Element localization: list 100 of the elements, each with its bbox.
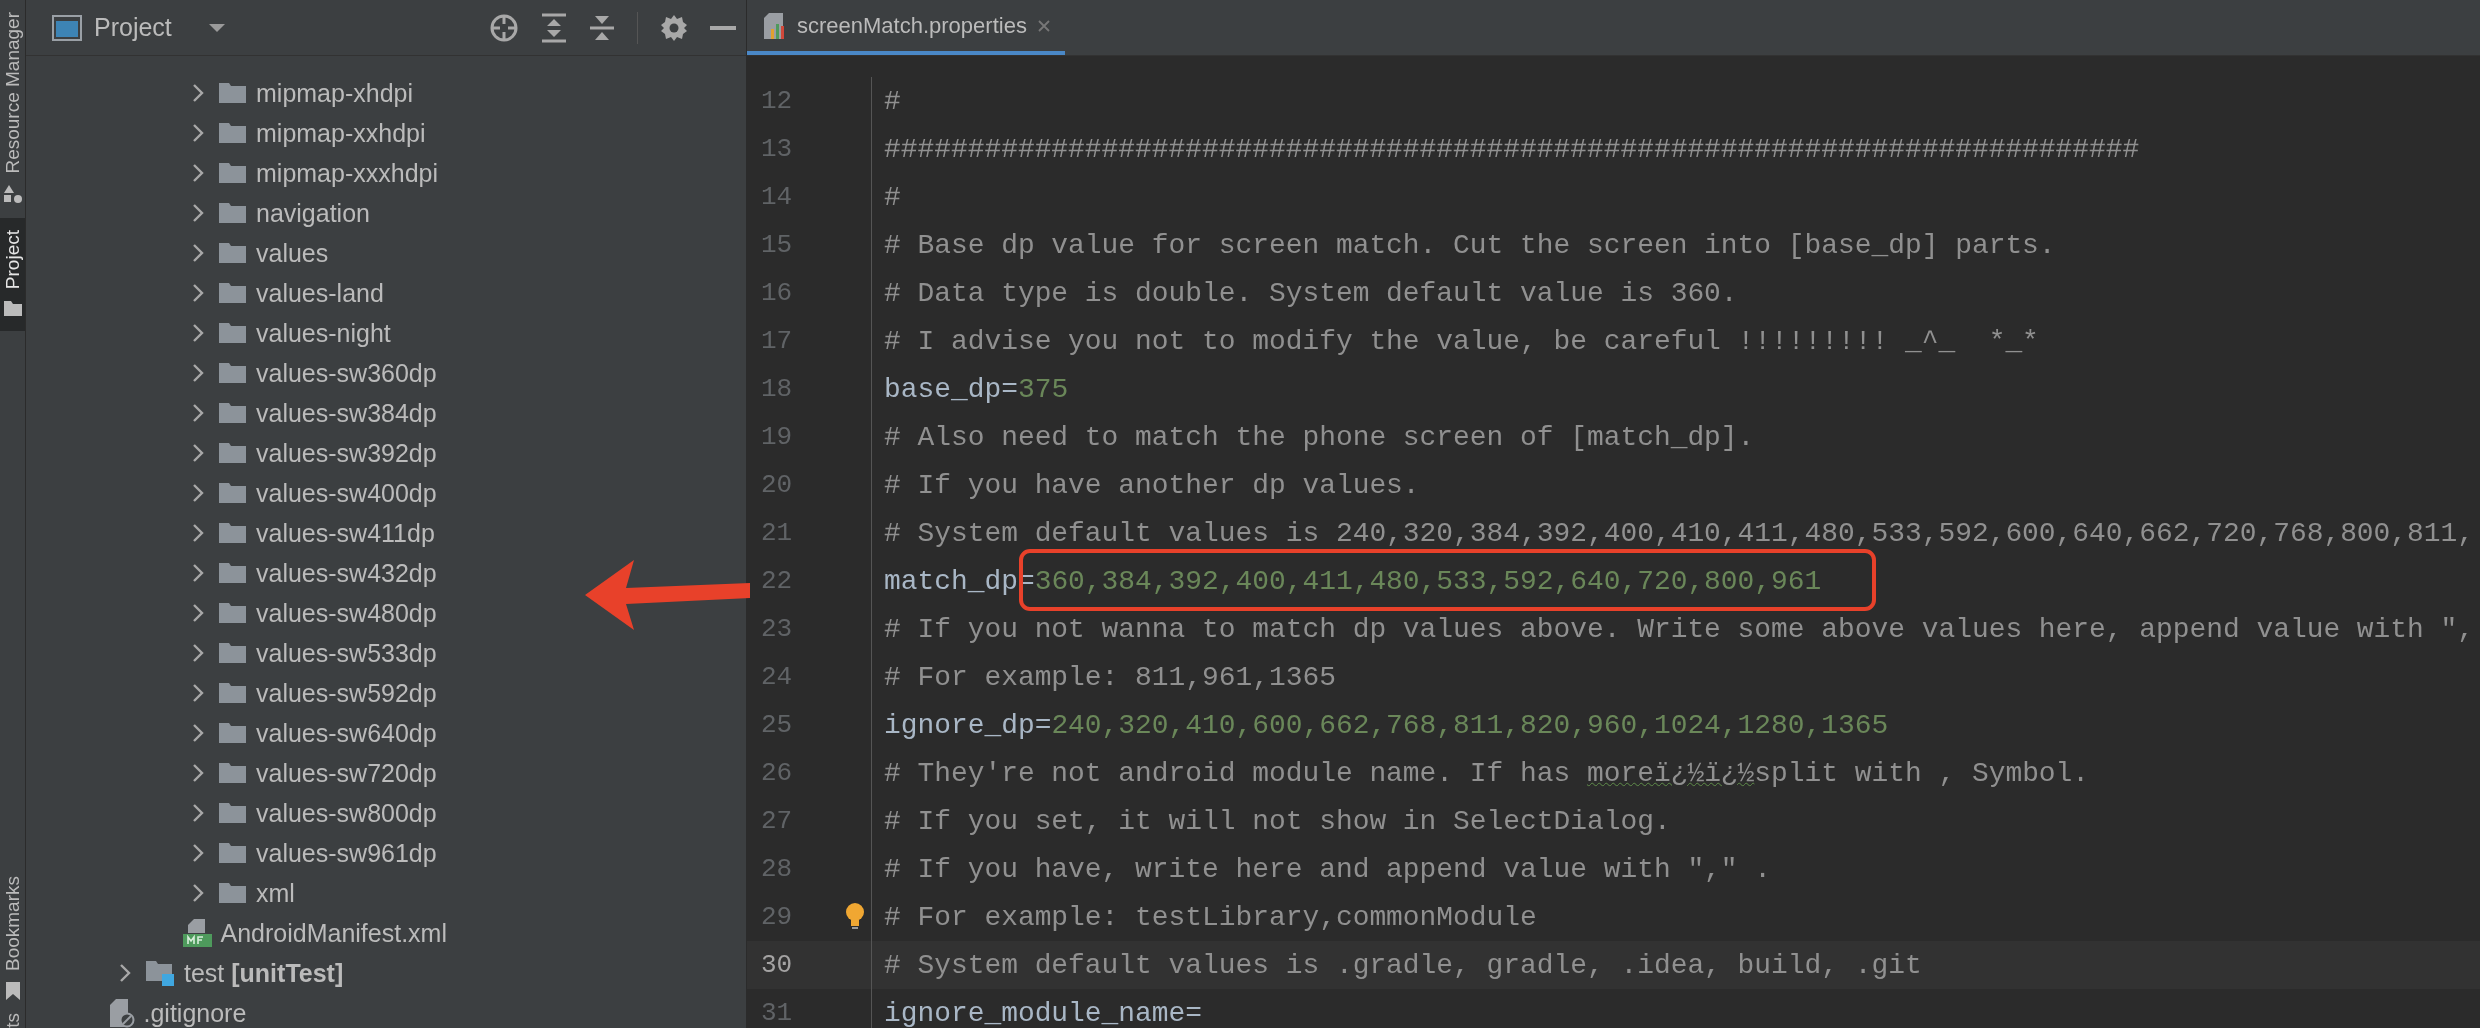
chevron-right-icon[interactable]	[191, 564, 205, 582]
properties-file-icon	[763, 11, 787, 40]
tree-item[interactable]: mipmap-xhdpi	[256, 78, 413, 108]
chevron-right-icon[interactable]	[118, 964, 132, 982]
code-line: # Data type is double. System default value is 360.	[883, 277, 1738, 309]
chevron-right-icon[interactable]	[191, 404, 205, 422]
code-line: # Base dp value for screen match. Cut the screen into [base_dp] parts.	[883, 229, 2056, 261]
chevron-right-icon[interactable]	[191, 204, 205, 222]
tree-item[interactable]: values-sw961dp	[256, 838, 437, 868]
line-number: 22	[761, 566, 793, 596]
tool-window-tab[interactable]: ts	[0, 1001, 25, 1028]
chevron-right-icon[interactable]	[191, 284, 205, 302]
code-line: ignore_module_name=	[883, 997, 1202, 1028]
minimize-icon[interactable]	[710, 25, 736, 30]
tree-item[interactable]: values-land	[256, 278, 384, 308]
tree-item[interactable]: values-sw640dp	[256, 718, 437, 748]
tool-window-tab[interactable]: Project	[0, 217, 25, 331]
chevron-right-icon[interactable]	[191, 164, 205, 182]
chevron-right-icon[interactable]	[191, 844, 205, 862]
code-line: #	[883, 85, 901, 117]
line-number: 12	[761, 86, 793, 116]
code-line: # They're not android module name. If has moreï¿½ï¿½split with , Symbol.	[883, 757, 2090, 789]
line-number: 18	[761, 374, 793, 404]
line-number: 27	[761, 806, 793, 836]
chevron-right-icon[interactable]	[191, 364, 205, 382]
tree-item[interactable]: .gitignore	[143, 998, 247, 1028]
code-line: # For example: testLibrary,commonModule	[883, 901, 1537, 933]
tree-item[interactable]: values-sw360dp	[256, 358, 437, 388]
line-number: 17	[761, 326, 793, 356]
tree-item[interactable]: values-sw533dp	[256, 638, 437, 668]
tree-item[interactable]: xml	[256, 878, 295, 908]
tree-item[interactable]: values	[256, 238, 329, 268]
lightbulb-icon[interactable]	[845, 902, 865, 930]
tree-item[interactable]: values-night	[256, 318, 391, 348]
tree-item[interactable]: mipmap-xxhdpi	[256, 118, 426, 148]
tool-window-tab[interactable]: Bookmarks	[0, 864, 25, 1002]
line-number: 19	[761, 422, 793, 452]
folder-icon	[218, 602, 247, 624]
line-number: 29	[761, 902, 793, 932]
folder-icon	[218, 402, 247, 424]
tree-item[interactable]: values-sw432dp	[256, 558, 437, 588]
close-icon[interactable]	[1036, 18, 1051, 33]
tree-item[interactable]: test [unitTest]	[184, 958, 344, 988]
folder-icon	[218, 162, 247, 184]
folder-icon	[218, 282, 247, 304]
line-number: 30	[761, 950, 793, 980]
folder-icon	[2, 298, 23, 317]
chevron-right-icon[interactable]	[191, 84, 205, 102]
code-line: # For example: 811,961,1365	[883, 661, 1336, 693]
expand-all-icon[interactable]	[541, 12, 567, 43]
tree-item[interactable]: values-sw480dp	[256, 598, 437, 628]
shapes-icon	[2, 183, 23, 204]
tree-item[interactable]: values-sw392dp	[256, 438, 437, 468]
chevron-right-icon[interactable]	[191, 124, 205, 142]
manifest-file-icon	[181, 918, 212, 948]
line-number: 16	[761, 278, 793, 308]
folder-icon	[218, 122, 247, 144]
chevron-right-icon[interactable]	[191, 684, 205, 702]
tree-item[interactable]: values-sw411dp	[256, 518, 435, 548]
tree-item[interactable]: values-sw400dp	[256, 478, 437, 508]
tree-item[interactable]: mipmap-xxxhdpi	[256, 158, 438, 188]
chevron-right-icon[interactable]	[191, 644, 205, 662]
folder-icon	[218, 522, 247, 544]
locate-icon[interactable]	[489, 12, 519, 43]
settings-icon[interactable]	[660, 13, 688, 42]
chevron-right-icon[interactable]	[191, 764, 205, 782]
line-number: 15	[761, 230, 793, 260]
chevron-right-icon[interactable]	[191, 884, 205, 902]
panel-title[interactable]: Project	[94, 13, 172, 42]
folder-icon	[218, 322, 247, 344]
line-number: 14	[761, 182, 793, 212]
test-folder-icon	[145, 960, 175, 986]
caret-icon[interactable]	[207, 22, 226, 33]
tree-item[interactable]: values-sw384dp	[256, 398, 437, 428]
chevron-right-icon[interactable]	[191, 604, 205, 622]
chevron-right-icon[interactable]	[191, 444, 205, 462]
line-number: 24	[761, 662, 793, 692]
line-number: 23	[761, 614, 793, 644]
code-line: # System default values is .gradle, gradle, .idea, build, .git	[883, 949, 1922, 981]
folder-icon	[218, 882, 247, 904]
code-line: # If you set, it will not show in SelectDialog.	[883, 805, 1671, 837]
tree-item[interactable]: AndroidManifest.xml	[220, 918, 447, 948]
chevron-right-icon[interactable]	[191, 724, 205, 742]
tree-item[interactable]: values-sw592dp	[256, 678, 437, 708]
code-line: # If you have another dp values.	[883, 469, 1420, 501]
code-line: base_dp=375	[883, 373, 1069, 405]
folder-icon	[218, 722, 247, 744]
folder-icon	[218, 242, 247, 264]
chevron-right-icon[interactable]	[191, 804, 205, 822]
tool-window-tab[interactable]: Resource Manager	[0, 0, 25, 218]
folder-icon	[218, 362, 247, 384]
tree-item[interactable]: values-sw800dp	[256, 798, 437, 828]
folder-icon	[218, 842, 247, 864]
chevron-right-icon[interactable]	[191, 324, 205, 342]
tree-item[interactable]: navigation	[256, 198, 370, 228]
chevron-right-icon[interactable]	[191, 524, 205, 542]
line-number: 31	[761, 998, 793, 1028]
chevron-right-icon[interactable]	[191, 244, 205, 262]
chevron-right-icon[interactable]	[191, 484, 205, 502]
tree-item[interactable]: values-sw720dp	[256, 758, 437, 788]
